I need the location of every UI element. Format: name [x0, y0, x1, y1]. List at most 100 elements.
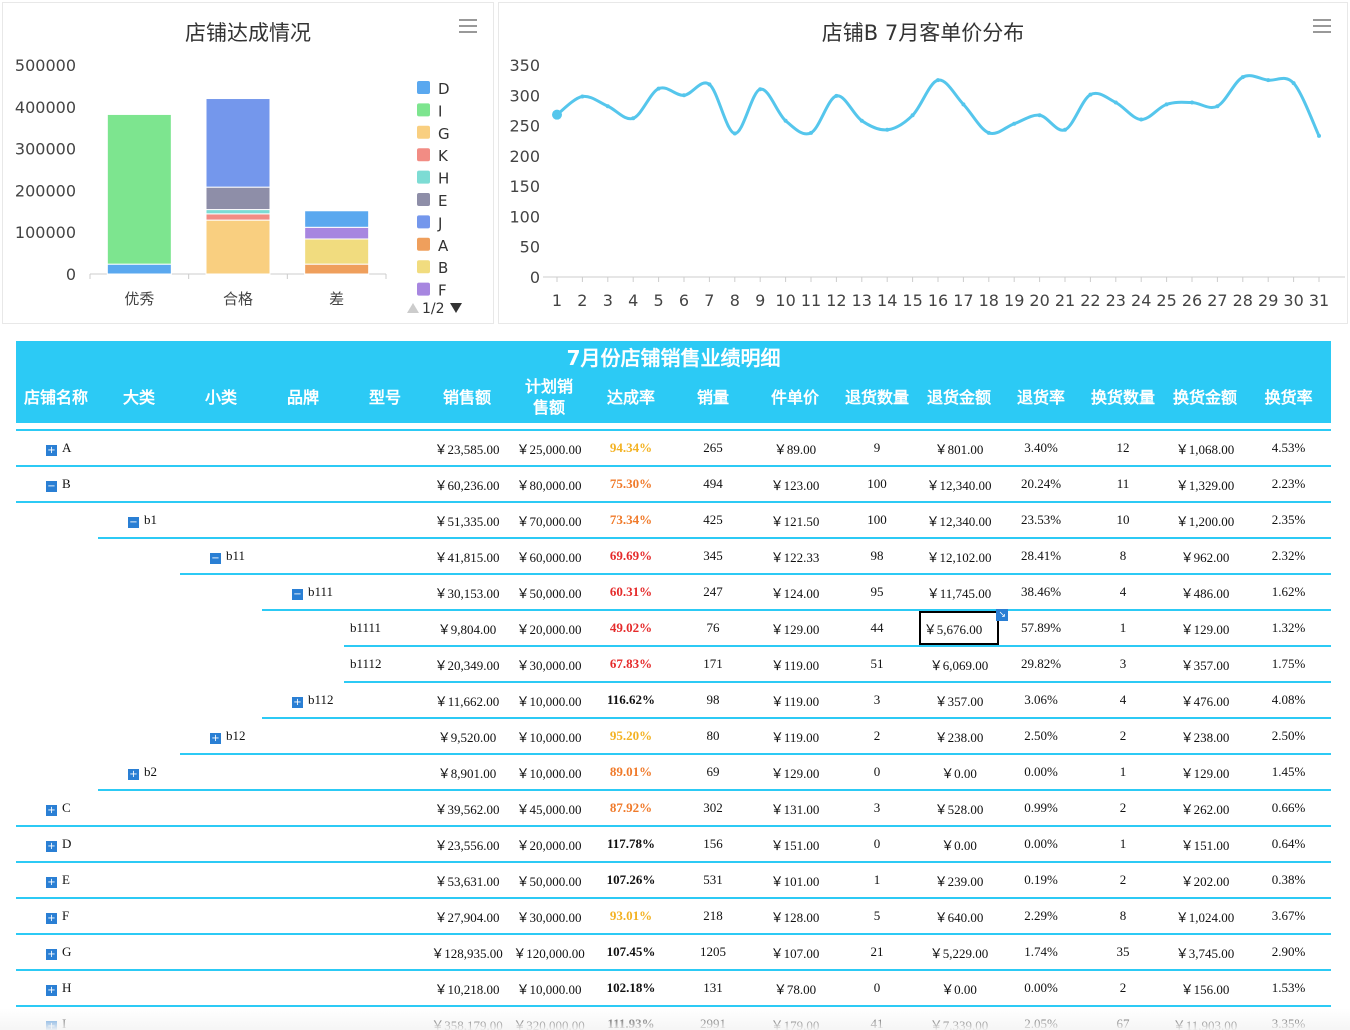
cell-ret-rate[interactable]: 2.50%: [1000, 718, 1082, 755]
table-row[interactable]: + A ￥23,585.00 ￥25,000.00 94.34% 265 ￥89.00 9 ￥8…: [16, 430, 1331, 467]
cell-ex-rate[interactable]: 2.50%: [1246, 718, 1331, 755]
bar-segment-H[interactable]: [205, 209, 271, 215]
data-point[interactable]: [707, 82, 712, 87]
table-row[interactable]: − b11 ￥41,815.00 ￥60,000.00 69.69% 345 ￥122.33…: [16, 538, 1331, 575]
expand-icon[interactable]: +: [46, 805, 57, 816]
expand-icon[interactable]: +: [292, 697, 303, 708]
bar-segment-G[interactable]: [205, 219, 271, 275]
cell-ret-qty[interactable]: 2: [836, 718, 918, 755]
table-row[interactable]: + C ￥39,562.00 ￥45,000.00 87.92% 302 ￥131.00 3 ￥…: [16, 790, 1331, 827]
cell-ex-rate[interactable]: 0.66%: [1246, 790, 1331, 827]
cell-rate[interactable]: 67.83%: [590, 646, 672, 683]
cell-ex-rate[interactable]: 1.53%: [1246, 970, 1331, 1007]
cell-ret-rate[interactable]: 0.00%: [1000, 826, 1082, 863]
cell-ex-rate[interactable]: 1.45%: [1246, 754, 1331, 791]
column-header[interactable]: 换货数量: [1082, 371, 1164, 423]
tree-cell[interactable]: + b112: [262, 682, 426, 719]
cell-qty[interactable]: 171: [672, 646, 754, 683]
tree-cell[interactable]: + E: [16, 862, 426, 899]
cell-unit[interactable]: ￥179.00: [754, 1006, 836, 1030]
column-header[interactable]: 退货金额: [918, 371, 1000, 423]
cell-ex-amt[interactable]: ￥156.00: [1164, 970, 1246, 1007]
cell-ex-rate[interactable]: 2.32%: [1246, 538, 1331, 575]
expand-corner-icon[interactable]: ↘: [996, 608, 1009, 621]
tree-cell[interactable]: − b11: [180, 538, 426, 575]
legend-swatch[interactable]: [417, 193, 430, 206]
data-point[interactable]: [783, 118, 788, 123]
cell-rate[interactable]: 93.01%: [590, 898, 672, 935]
cell-unit[interactable]: ￥131.00: [754, 790, 836, 827]
cell-ret-qty[interactable]: 44: [836, 610, 918, 647]
tree-cell[interactable]: + I: [16, 1006, 426, 1030]
cell-ex-qty[interactable]: 2: [1082, 790, 1164, 827]
column-header[interactable]: 销量: [672, 371, 754, 423]
cell-ex-qty[interactable]: 1: [1082, 610, 1164, 647]
cell-ex-qty[interactable]: 8: [1082, 538, 1164, 575]
legend-swatch[interactable]: [417, 103, 430, 117]
cell-sales[interactable]: ￥11,662.00: [426, 682, 508, 719]
cell-ex-rate[interactable]: 1.32%: [1246, 610, 1331, 647]
cell-ex-rate[interactable]: 2.35%: [1246, 502, 1331, 539]
tree-cell[interactable]: + A: [16, 430, 426, 467]
cell-ret-rate[interactable]: 23.53%: [1000, 502, 1082, 539]
cell-ret-amt[interactable]: ￥5,229.00: [918, 934, 1000, 971]
data-point[interactable]: [1037, 113, 1042, 118]
cell-unit[interactable]: ￥123.00: [754, 466, 836, 503]
cell-rate[interactable]: 95.20%: [590, 718, 672, 755]
cell-rate[interactable]: 107.45%: [590, 934, 672, 971]
cell-ex-qty[interactable]: 35: [1082, 934, 1164, 971]
data-point[interactable]: [936, 78, 940, 83]
column-header[interactable]: 品牌: [262, 371, 344, 423]
cell-rate[interactable]: 107.26%: [590, 862, 672, 899]
cell-ex-qty[interactable]: 1: [1082, 826, 1164, 863]
cell-ret-rate[interactable]: 2.05%: [1000, 1006, 1082, 1030]
cell-ret-amt[interactable]: ￥801.00: [918, 430, 1000, 467]
cell-plan[interactable]: ￥10,000.00: [508, 754, 590, 791]
expand-icon[interactable]: +: [46, 949, 57, 960]
legend-label-H[interactable]: H: [438, 170, 449, 188]
column-header[interactable]: 小类: [180, 371, 262, 423]
cell-ret-rate[interactable]: 1.74%: [1000, 934, 1082, 971]
expand-icon[interactable]: +: [128, 769, 139, 780]
tree-cell[interactable]: − B: [16, 466, 426, 503]
cell-ret-rate[interactable]: 0.00%: [1000, 970, 1082, 1007]
cell-plan[interactable]: ￥30,000.00: [508, 646, 590, 683]
cell-unit[interactable]: ￥119.00: [754, 718, 836, 755]
cell-unit[interactable]: ￥129.00: [754, 610, 836, 647]
cell-ret-amt[interactable]: ￥12,102.00: [918, 538, 1000, 575]
cell-rate[interactable]: 111.93%: [590, 1006, 672, 1030]
table-row[interactable]: + D ￥23,556.00 ￥20,000.00 117.78% 156 ￥151.00 0…: [16, 826, 1331, 863]
cell-ret-qty[interactable]: 3: [836, 682, 918, 719]
expand-icon[interactable]: +: [46, 445, 57, 456]
cell-ret-amt[interactable]: ￥357.00: [918, 682, 1000, 719]
cell-plan[interactable]: ￥120,000.00: [508, 934, 590, 971]
column-header[interactable]: 店铺名称: [16, 371, 98, 423]
legend-label-E[interactable]: E: [438, 192, 447, 210]
bar-segment-C[interactable]: [304, 210, 370, 228]
data-point[interactable]: [758, 87, 763, 92]
cell-qty[interactable]: 531: [672, 862, 754, 899]
cell-unit[interactable]: ￥121.50: [754, 502, 836, 539]
cell-ret-qty[interactable]: 95: [836, 574, 918, 611]
cell-ex-amt[interactable]: ￥357.00: [1164, 646, 1246, 683]
cell-ret-qty[interactable]: 0: [836, 826, 918, 863]
column-header[interactable]: 销售额: [426, 371, 508, 423]
bar-segment-A[interactable]: [304, 263, 370, 275]
cell-ret-amt[interactable]: ￥0.00: [918, 970, 1000, 1007]
cell-plan[interactable]: ￥10,000.00: [508, 970, 590, 1007]
cell-unit[interactable]: ￥122.33: [754, 538, 836, 575]
tree-cell[interactable]: b1111: [344, 610, 426, 647]
cell-ret-rate[interactable]: 57.89%: [1000, 610, 1082, 647]
data-point[interactable]: [1088, 92, 1093, 97]
data-point[interactable]: [1190, 100, 1194, 105]
cell-ex-amt[interactable]: ￥476.00: [1164, 682, 1246, 719]
cell-ex-amt[interactable]: ￥129.00: [1164, 754, 1246, 791]
cell-sales[interactable]: ￥41,815.00: [426, 538, 508, 575]
legend-label-F[interactable]: F: [438, 282, 447, 300]
cell-ret-qty[interactable]: 98: [836, 538, 918, 575]
data-point[interactable]: [961, 102, 966, 107]
data-point[interactable]: [809, 130, 813, 135]
cell-plan[interactable]: ￥25,000.00: [508, 430, 590, 467]
table-row[interactable]: + b112 ￥11,662.00 ￥10,000.00 116.62% 98 ￥119.0…: [16, 682, 1331, 719]
legend-swatch[interactable]: [417, 125, 430, 139]
